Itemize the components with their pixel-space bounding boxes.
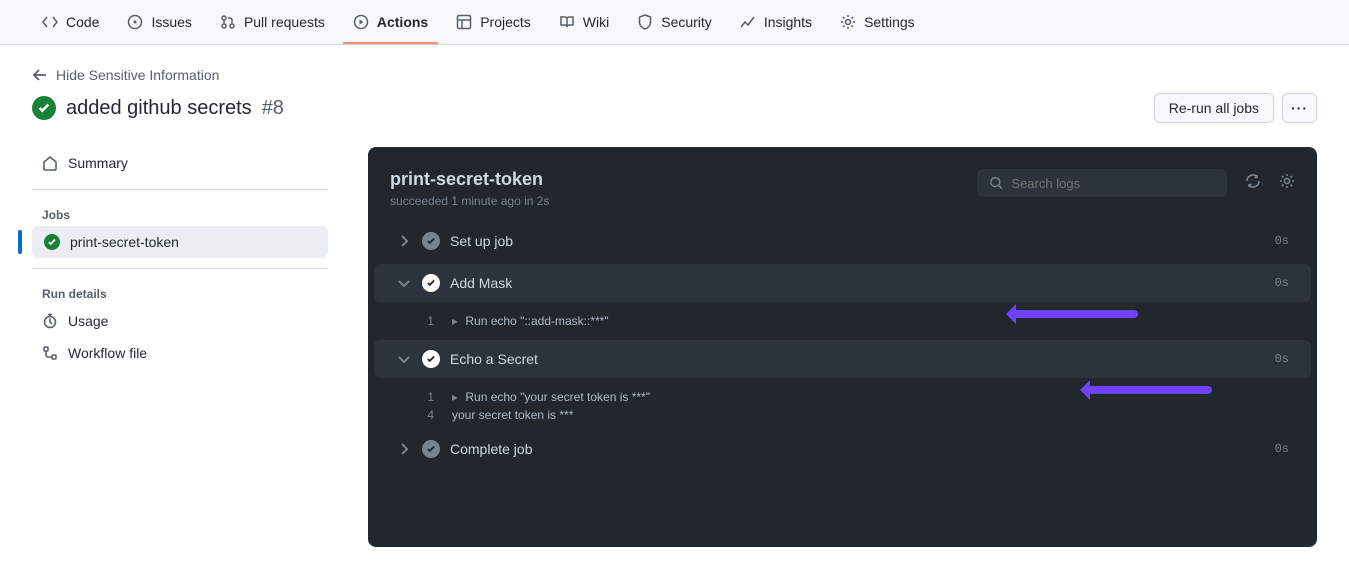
line-number: 4 (414, 408, 434, 422)
line-text: Run echo "your secret token is ***" (465, 390, 650, 404)
search-field[interactable] (1011, 176, 1215, 191)
step-status-success-icon (422, 440, 440, 458)
sidebar-item-label: Usage (68, 313, 108, 329)
stopwatch-icon (42, 313, 58, 329)
code-icon (42, 14, 58, 30)
log-lines-echo-secret: 1 ▸ Run echo "your secret token is ***" … (368, 382, 1317, 430)
run-sidebar: Summary Jobs print-secret-token Run deta… (32, 147, 328, 547)
gear-icon (1279, 173, 1295, 189)
tab-label: Actions (377, 14, 428, 30)
chevron-down-icon (396, 275, 412, 291)
tab-pull-requests[interactable]: Pull requests (210, 0, 335, 44)
sidebar-usage[interactable]: Usage (32, 305, 328, 337)
arrow-left-icon (32, 67, 48, 83)
job-subtitle: succeeded 1 minute ago in 2s (390, 194, 549, 208)
tab-label: Wiki (583, 14, 609, 30)
back-label: Hide Sensitive Information (56, 67, 219, 83)
job-title: print-secret-token (390, 169, 549, 190)
refresh-icon (1245, 173, 1261, 189)
annotation-arrow (1082, 386, 1212, 394)
line-number: 1 (414, 390, 434, 404)
tab-label: Insights (764, 14, 812, 30)
tab-code[interactable]: Code (32, 0, 109, 44)
annotation-arrow (1008, 310, 1138, 318)
tab-label: Issues (151, 14, 191, 30)
step-duration: 0s (1275, 442, 1289, 456)
tab-issues[interactable]: Issues (117, 0, 201, 44)
rerun-all-jobs-button[interactable]: Re-run all jobs (1154, 93, 1274, 123)
job-status-success-icon (44, 234, 60, 250)
log-panel: print-secret-token succeeded 1 minute ag… (368, 147, 1317, 547)
actions-icon (353, 14, 369, 30)
line-text: your secret token is *** (452, 408, 573, 422)
step-name: Echo a Secret (450, 351, 1275, 367)
sidebar-workflow-file[interactable]: Workflow file (32, 337, 328, 369)
tab-security[interactable]: Security (627, 0, 722, 44)
jobs-heading: Jobs (32, 200, 328, 226)
job-name: print-secret-token (70, 234, 179, 250)
step-add-mask[interactable]: Add Mask 0s (374, 264, 1311, 302)
settings-icon (840, 14, 856, 30)
issues-icon (127, 14, 143, 30)
log-lines-add-mask: 1 ▸ Run echo "::add-mask::***" (368, 306, 1317, 336)
run-number: #8 (262, 97, 284, 120)
tab-actions[interactable]: Actions (343, 0, 438, 44)
line-number: 1 (414, 314, 434, 328)
divider (32, 189, 328, 190)
run-status-success-icon (32, 96, 56, 120)
security-icon (637, 14, 653, 30)
step-status-success-icon (422, 350, 440, 368)
tab-label: Code (66, 14, 99, 30)
tab-label: Projects (480, 14, 531, 30)
tab-label: Pull requests (244, 14, 325, 30)
search-icon (989, 175, 1003, 191)
step-name: Add Mask (450, 275, 1275, 291)
repo-tabs: Code Issues Pull requests Actions Projec… (0, 0, 1349, 45)
projects-icon (456, 14, 472, 30)
step-complete-job[interactable]: Complete job 0s (374, 430, 1311, 468)
step-echo-a-secret[interactable]: Echo a Secret 0s (374, 340, 1311, 378)
tab-wiki[interactable]: Wiki (549, 0, 619, 44)
home-icon (42, 155, 58, 171)
sidebar-job-print-secret-token[interactable]: print-secret-token (32, 226, 328, 258)
wiki-icon (559, 14, 575, 30)
tab-label: Settings (864, 14, 915, 30)
tab-label: Security (661, 14, 712, 30)
log-line: 4 your secret token is *** (390, 406, 1295, 424)
step-duration: 0s (1275, 234, 1289, 248)
step-set-up-job[interactable]: Set up job 0s (374, 222, 1311, 260)
workflow-file-icon (42, 345, 58, 361)
log-settings-button[interactable] (1279, 173, 1295, 194)
sidebar-summary[interactable]: Summary (32, 147, 328, 179)
more-actions-button[interactable]: ··· (1282, 93, 1317, 123)
back-to-workflow[interactable]: Hide Sensitive Information (32, 61, 1317, 89)
step-status-success-icon (422, 274, 440, 292)
sidebar-item-label: Workflow file (68, 345, 147, 361)
tab-settings[interactable]: Settings (830, 0, 925, 44)
step-name: Set up job (450, 233, 1275, 249)
step-name: Complete job (450, 441, 1275, 457)
sidebar-item-label: Summary (68, 155, 128, 171)
line-text: Run echo "::add-mask::***" (465, 314, 608, 328)
step-duration: 0s (1275, 352, 1289, 366)
insights-icon (740, 14, 756, 30)
chevron-right-icon (396, 441, 412, 457)
step-status-success-icon (422, 232, 440, 250)
chevron-down-icon (396, 351, 412, 367)
step-duration: 0s (1275, 276, 1289, 290)
divider (32, 268, 328, 269)
refresh-button[interactable] (1245, 173, 1261, 194)
tab-insights[interactable]: Insights (730, 0, 822, 44)
run-title: added github secrets (66, 97, 252, 120)
run-details-heading: Run details (32, 279, 328, 305)
search-logs-input[interactable] (977, 169, 1227, 197)
chevron-right-icon (396, 233, 412, 249)
tab-projects[interactable]: Projects (446, 0, 541, 44)
log-line: 1 ▸ Run echo "::add-mask::***" (390, 312, 1295, 330)
pr-icon (220, 14, 236, 30)
